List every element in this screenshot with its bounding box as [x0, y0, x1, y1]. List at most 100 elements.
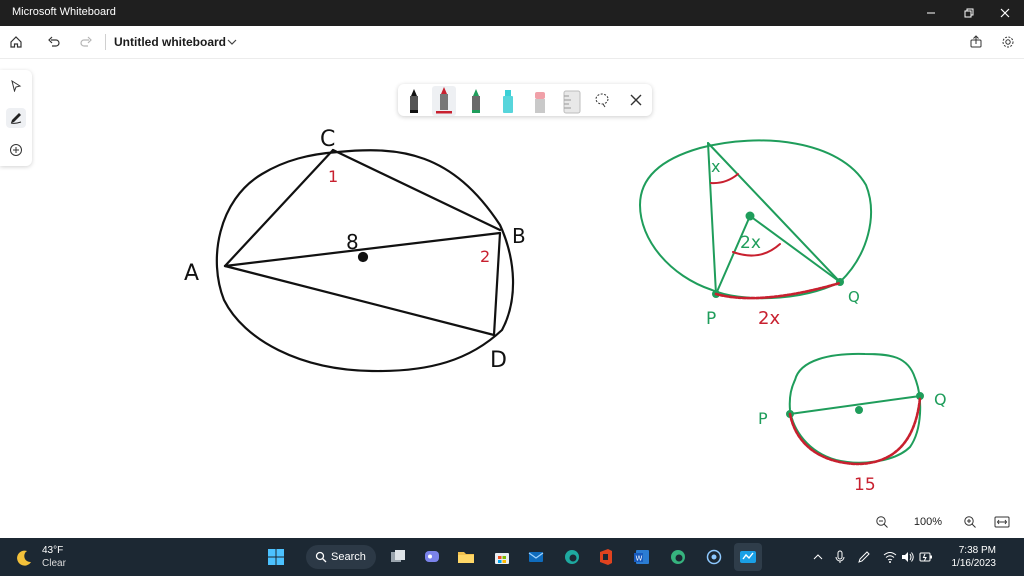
whiteboard-title[interactable]: Untitled whiteboard: [114, 35, 226, 49]
circle-abcd-figure: [215, 148, 515, 373]
label-a: A: [184, 261, 199, 286]
home-icon: [10, 36, 22, 48]
label-p-top: P: [706, 309, 716, 329]
pen-menu-button[interactable]: [856, 548, 872, 566]
moon-icon: [17, 550, 31, 566]
window-titlebar: Microsoft Whiteboard: [0, 0, 1024, 26]
show-hidden-icons-button[interactable]: [810, 548, 826, 566]
redo-button[interactable]: [76, 32, 96, 52]
office-icon: [600, 549, 612, 565]
task-view-icon: [391, 550, 405, 562]
microsoft-store-button[interactable]: [488, 543, 516, 571]
diameter-pq: [789, 395, 921, 415]
share-button[interactable]: [966, 32, 986, 52]
svg-text:W: W: [636, 555, 643, 563]
start-button[interactable]: [262, 543, 290, 571]
chat-icon: [425, 551, 439, 562]
edge-browser-button[interactable]: [558, 543, 586, 571]
task-view-button[interactable]: [384, 543, 412, 571]
weather-widget[interactable]: 43°F Clear: [14, 545, 94, 571]
teams-chat-button[interactable]: [418, 543, 446, 571]
store-icon: [495, 553, 509, 564]
folder-icon: [458, 552, 474, 563]
battery-icon: [919, 552, 932, 562]
wifi-status[interactable]: [882, 548, 898, 566]
mail-button[interactable]: [522, 543, 550, 571]
arcs-top: [710, 173, 842, 300]
chord-right: [707, 142, 841, 283]
cortana-button[interactable]: [700, 543, 728, 571]
zoom-in-button[interactable]: [960, 512, 980, 532]
search-label: Search: [331, 551, 366, 563]
close-icon: [1000, 8, 1010, 18]
taskbar-search[interactable]: Search: [306, 545, 376, 569]
volume-status[interactable]: [900, 548, 916, 566]
clock-time: 7:38 PM: [958, 545, 996, 556]
word-icon: W: [634, 550, 649, 564]
app-bar: Untitled whiteboard: [0, 26, 1024, 59]
undo-icon: [48, 36, 60, 47]
chevron-up-icon: [813, 554, 823, 560]
label-q-top: Q: [848, 288, 860, 306]
pen-tray-icon: [858, 551, 870, 563]
chord-bd: [492, 231, 502, 337]
window-title: Microsoft Whiteboard: [12, 6, 116, 18]
microphone-icon: [835, 550, 845, 563]
undo-button[interactable]: [44, 32, 64, 52]
system-clock[interactable]: 7:38 PM 1/16/2023: [936, 544, 997, 570]
label-arc-2x: 2x: [758, 308, 780, 329]
chord-ca: [223, 148, 335, 268]
search-icon: [315, 551, 327, 563]
fit-to-screen-button[interactable]: [992, 512, 1012, 532]
label-b: B: [512, 224, 526, 248]
whiteboard-app-icon: [740, 551, 756, 563]
windows-logo-icon: [268, 549, 284, 565]
battery-status[interactable]: [918, 548, 934, 566]
close-window-button[interactable]: [986, 0, 1024, 26]
circle-pq-top-labels: x 2x P Q 2x: [706, 157, 860, 329]
speaker-icon: [902, 552, 914, 562]
center-point: [357, 251, 369, 263]
redo-icon: [80, 36, 92, 47]
office-button[interactable]: [592, 543, 620, 571]
label-p-bottom: P: [758, 409, 768, 428]
edge-dev-icon: [671, 550, 685, 564]
label-x: x: [711, 157, 720, 176]
label-center-8: 8: [346, 230, 359, 254]
settings-button[interactable]: [998, 32, 1018, 52]
label-c: C: [320, 127, 335, 152]
weather-condition: Clear: [42, 558, 66, 569]
taskbar: 43°F Clear Search W 7:38 PM 1/16/2023: [0, 538, 1024, 576]
chord-ad: [223, 264, 496, 337]
weather-temperature: 43°F: [42, 545, 64, 556]
file-explorer-button[interactable]: [452, 543, 480, 571]
zoom-out-button[interactable]: [872, 512, 892, 532]
zoom-controls: 100%: [866, 508, 1018, 536]
title-menu-button[interactable]: [222, 32, 242, 52]
chevron-down-icon: [227, 39, 237, 45]
edge-dev-button[interactable]: [664, 543, 692, 571]
whiteboard-app-button[interactable]: [734, 543, 762, 571]
circle-abcd-labels: C B A D 8 1 2: [184, 127, 526, 373]
circle-pq-top-figure: [639, 139, 872, 300]
zoom-in-icon: [964, 516, 976, 528]
zoom-out-icon: [876, 516, 888, 528]
edge-icon: [565, 550, 579, 564]
minimize-button[interactable]: [912, 0, 950, 26]
microphone-button[interactable]: [832, 548, 848, 566]
clock-date: 1/16/2023: [951, 558, 997, 569]
whiteboard-canvas[interactable]: C B A D 8 1 2 x 2x P Q 2x P Q 15: [0, 58, 1024, 538]
zoom-level: 100%: [913, 516, 943, 528]
appbar-divider: [105, 34, 106, 50]
restore-button[interactable]: [950, 0, 988, 26]
label-angle-2: 2: [480, 247, 490, 266]
word-button[interactable]: W: [628, 543, 656, 571]
home-button[interactable]: [6, 32, 26, 52]
label-arc-15: 15: [854, 475, 876, 495]
restore-icon: [964, 8, 974, 18]
share-icon: [970, 35, 982, 48]
center-dot: [745, 211, 755, 221]
fit-screen-icon: [994, 516, 1010, 528]
radius-q: [749, 215, 841, 283]
mail-icon: [528, 552, 544, 562]
